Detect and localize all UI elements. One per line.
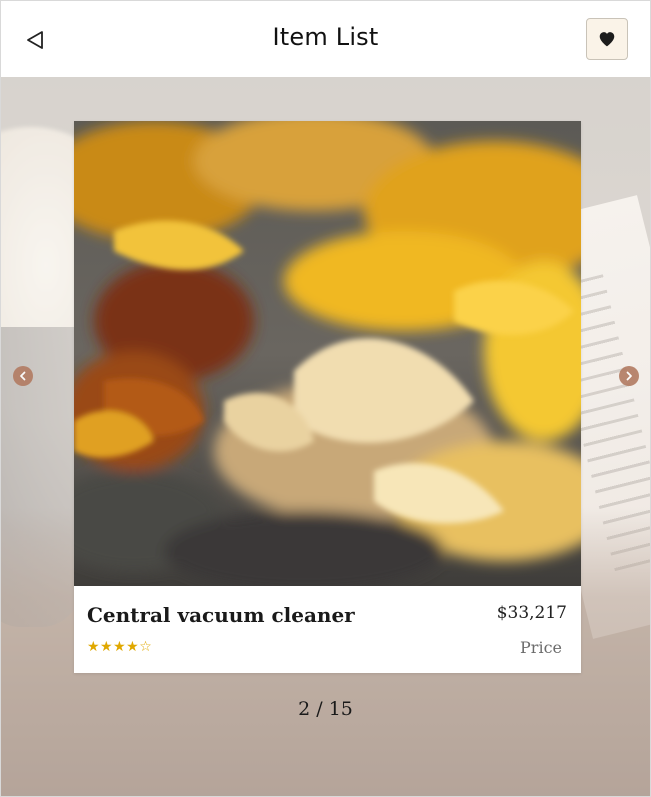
app-header: Item List (1, 1, 650, 77)
chevron-left-icon (20, 371, 26, 381)
item-card[interactable]: Central vacuum cleaner $33,217 ★★★★☆ Pri… (74, 121, 581, 673)
heart-icon (599, 32, 615, 47)
item-info: Central vacuum cleaner $33,217 ★★★★☆ Pri… (74, 586, 581, 673)
carousel-next-button[interactable] (619, 366, 639, 386)
page-indicator: 2 / 15 (298, 698, 353, 720)
star-rating: ★★★★☆ (87, 639, 153, 655)
page-title: Item List (272, 23, 379, 51)
item-image[interactable] (74, 121, 581, 586)
autumn-leaves-photo (74, 121, 581, 586)
item-name: Central vacuum cleaner (87, 603, 355, 627)
price-label: Price (520, 638, 562, 657)
carousel-prev-button[interactable] (13, 366, 33, 386)
chevron-right-icon (626, 371, 632, 381)
favorite-button[interactable] (586, 18, 628, 60)
app-window: Item List Central vacuum cleaner $33,217… (0, 0, 651, 797)
item-price: $33,217 (496, 603, 567, 623)
